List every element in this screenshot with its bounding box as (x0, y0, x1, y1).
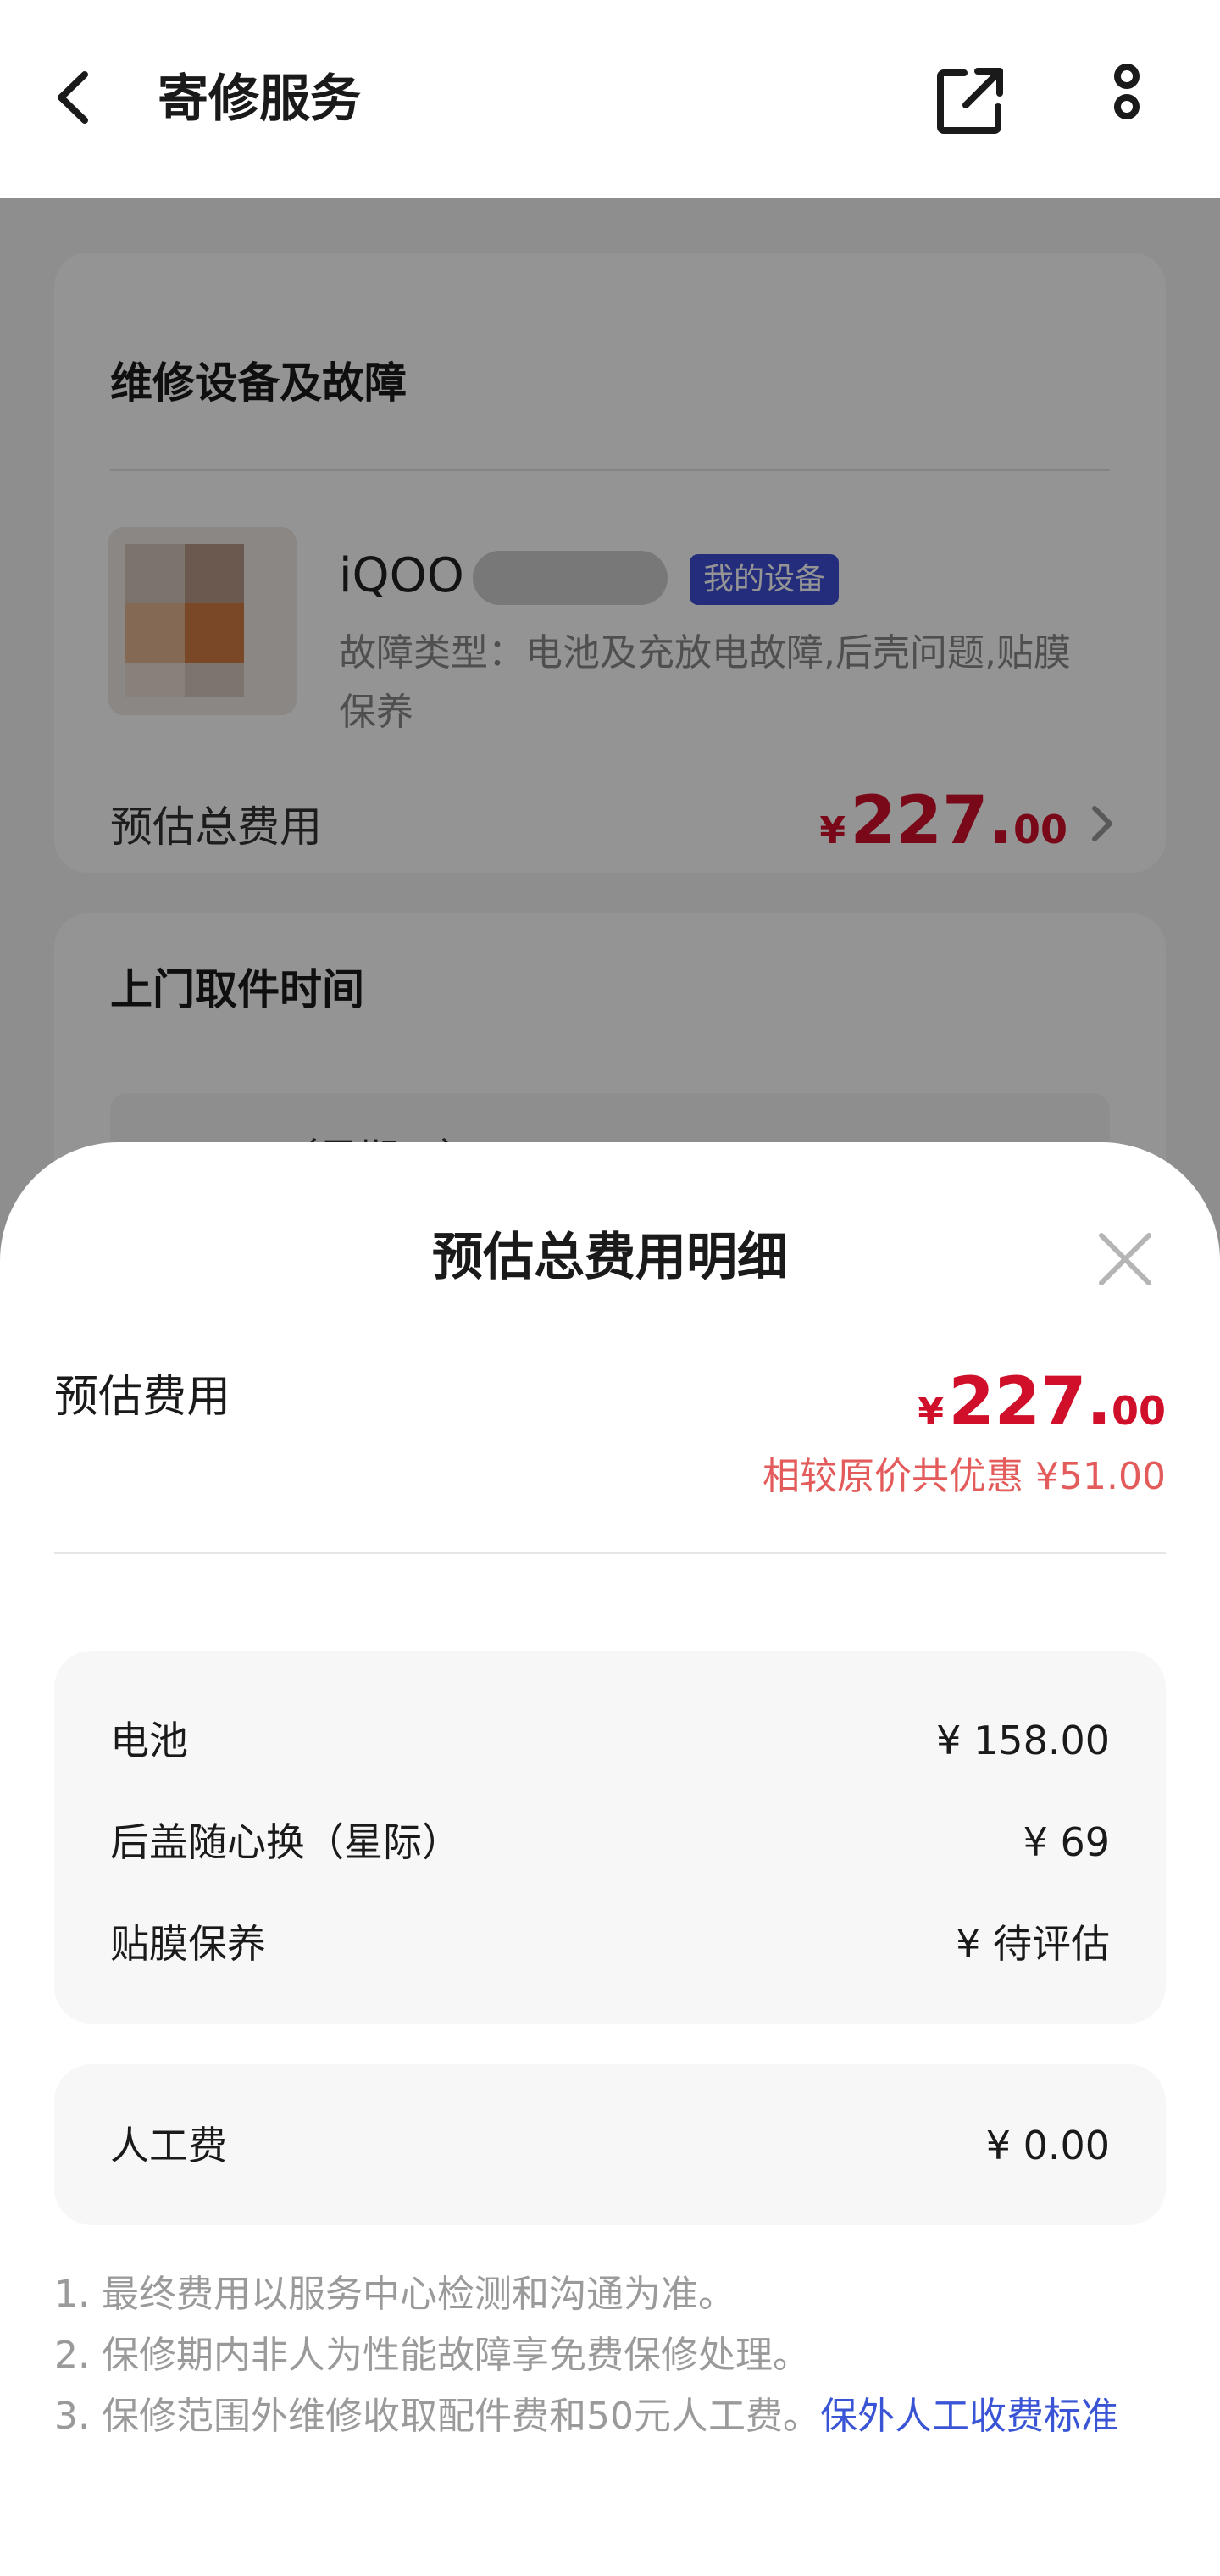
chevron-left-icon (58, 71, 88, 124)
open-external-icon (937, 68, 1003, 134)
estimated-fee-label: 预估费用 (54, 1372, 231, 1423)
out-of-warranty-fee-link[interactable]: 保外人工收费标准 (820, 2395, 1118, 2438)
list-item: 贴膜保养 ¥ 待评估 (110, 1918, 1110, 1969)
app-header: 寄修服务 (0, 0, 1220, 198)
fee-detail-sheet: 预估总费用明细 预估费用 ¥ 227.00 相较原价共优惠 ¥51.00 电池 … (0, 1142, 1220, 2576)
page-title: 寄修服务 (158, 69, 361, 129)
item-value: ¥ 158.00 (936, 1718, 1110, 1763)
list-item: 后盖随心换（星际） ¥ 69 (110, 1817, 1110, 1868)
note-line-1: 1. 最终费用以服务中心检测和沟通为准。 (54, 2273, 735, 2316)
item-value: ¥ 69 (1023, 1819, 1110, 1865)
share-button[interactable] (932, 63, 1008, 139)
estimated-fee-value: ¥ 227.00 (918, 1364, 1166, 1441)
labor-fee-card: 人工费 ¥ 0.00 (54, 2064, 1166, 2225)
list-item: 电池 ¥ 158.00 (110, 1715, 1110, 1766)
item-label: 后盖随心换（星际） (110, 1819, 461, 1865)
price-integer: 227. (948, 1364, 1112, 1441)
sheet-title: 预估总费用明细 (432, 1228, 788, 1287)
more-button[interactable] (1101, 63, 1152, 139)
note-line-3-text: 3. 保修范围外维修收取配件费和50元人工费。 (54, 2395, 820, 2438)
price-decimal: 00 (1111, 1388, 1166, 1434)
item-label: 贴膜保养 (110, 1921, 266, 1967)
close-button[interactable] (1093, 1227, 1157, 1291)
more-vertical-icon (1114, 64, 1140, 119)
back-button[interactable] (51, 68, 102, 127)
item-label: 电池 (110, 1718, 188, 1763)
labor-label: 人工费 (110, 2123, 227, 2168)
labor-value: ¥ 0.00 (985, 2123, 1110, 2168)
close-icon (1099, 1233, 1151, 1285)
parts-list-card: 电池 ¥ 158.00 后盖随心换（星际） ¥ 69 贴膜保养 ¥ 待评估 (54, 1651, 1166, 2024)
list-item: 人工费 ¥ 0.00 (110, 2120, 1110, 2171)
item-value: ¥ 待评估 (956, 1921, 1110, 1967)
discount-text: 相较原价共优惠 ¥51.00 (762, 1455, 1166, 1498)
currency-symbol: ¥ (918, 1391, 944, 1434)
note-line-3: 3. 保修范围外维修收取配件费和50元人工费。保外人工收费标准 (54, 2386, 1166, 2447)
sheet-divider (54, 1552, 1166, 1554)
note-line-2: 2. 保修期内非人为性能故障享免费保修处理。 (54, 2334, 810, 2377)
fee-notes: 1. 最终费用以服务中心检测和沟通为准。 2. 保修期内非人为性能故障享免费保修… (54, 2264, 1166, 2447)
